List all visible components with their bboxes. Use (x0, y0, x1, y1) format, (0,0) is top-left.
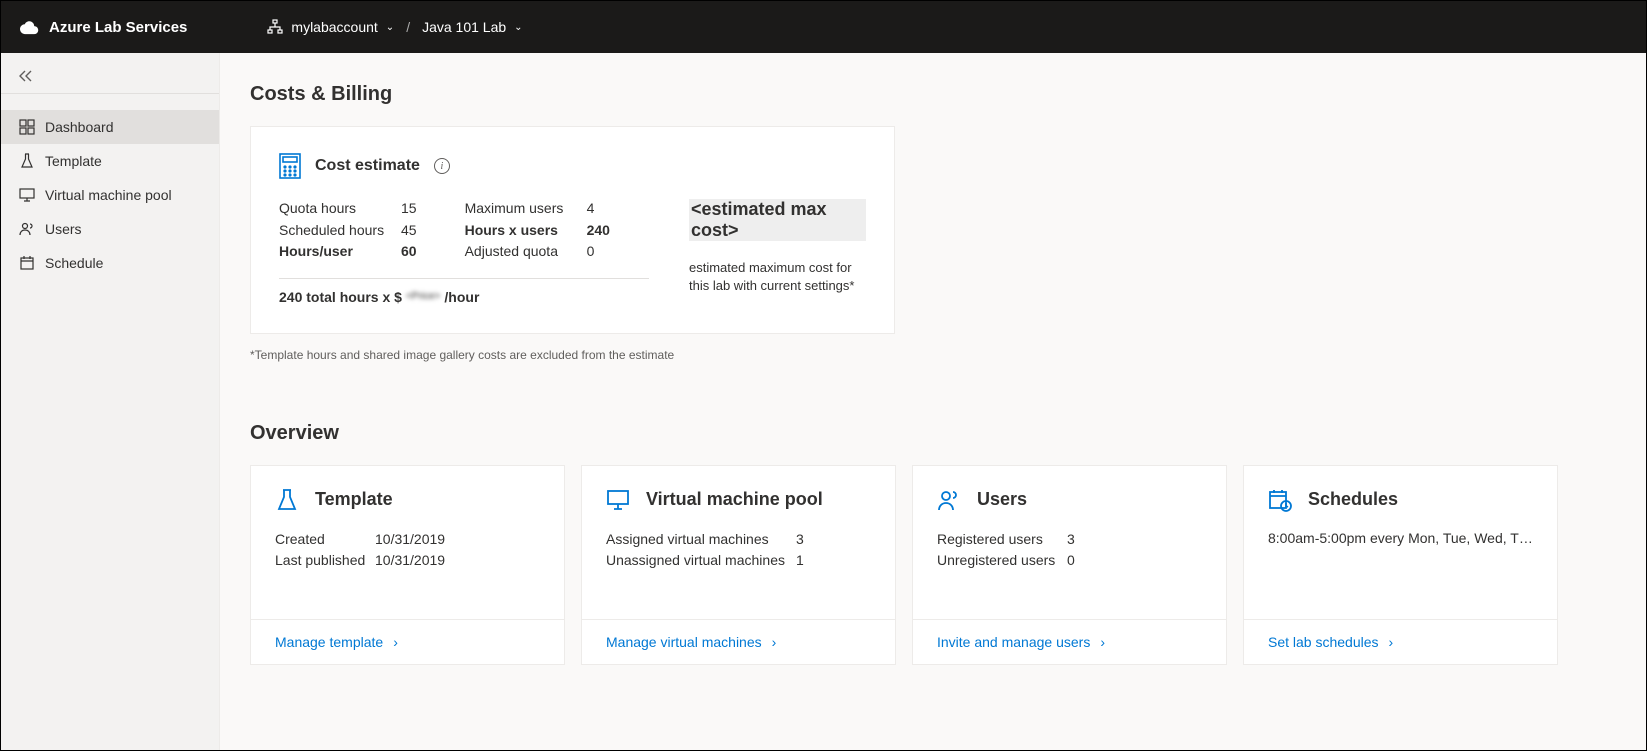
metric-value: 15 (401, 199, 417, 219)
sidebar-item-dashboard[interactable]: Dashboard (1, 110, 219, 144)
chevron-right-icon: › (393, 634, 398, 650)
metric-label: Maximum users (465, 199, 575, 219)
costs-section-title: Costs & Billing (250, 83, 1616, 106)
metric-label: Quota hours (279, 199, 389, 219)
breadcrumb: mylabaccount ⌄ / Java 101 Lab ⌄ (267, 19, 522, 35)
total-suffix: /hour (444, 289, 479, 305)
estimated-cost-description: estimated maximum cost for this lab with… (689, 259, 866, 295)
sidebar-item-schedule[interactable]: Schedule (1, 246, 219, 280)
metric-value: 240 (587, 221, 610, 241)
calendar-clock-icon (1268, 488, 1292, 512)
metric-label: Adjusted quota (465, 242, 575, 262)
chevron-right-icon: › (772, 634, 777, 650)
users-icon (937, 488, 961, 512)
link-label: Invite and manage users (937, 634, 1090, 650)
row-value: 10/31/2019 (375, 530, 445, 550)
divider (279, 278, 649, 279)
top-bar: Azure Lab Services mylabaccount ⌄ / Java… (1, 1, 1646, 53)
sidebar-item-label: Users (45, 221, 82, 237)
row-label: Unregistered users (937, 551, 1067, 571)
manage-vms-link[interactable]: Manage virtual machines › (606, 634, 871, 650)
info-icon[interactable]: i (434, 158, 450, 174)
link-label: Manage virtual machines (606, 634, 762, 650)
link-label: Manage template (275, 634, 383, 650)
sidebar-item-vmpool[interactable]: Virtual machine pool (1, 178, 219, 212)
row-label: Unassigned virtual machines (606, 551, 796, 571)
total-price-redacted: <Price> (406, 291, 440, 302)
total-prefix: 240 total hours x $ (279, 289, 402, 305)
card-title: Schedules (1308, 489, 1398, 510)
sidebar-item-label: Dashboard (45, 119, 114, 135)
card-title: Virtual machine pool (646, 489, 823, 510)
overview-card-users: Users Registered users3 Unregistered use… (912, 465, 1227, 665)
row-value: 0 (1067, 551, 1075, 571)
main-content: Costs & Billing Cost estimate i Quota ho… (220, 53, 1646, 750)
users-icon (19, 221, 35, 237)
sidebar-item-label: Schedule (45, 255, 103, 271)
metric-value: 0 (587, 242, 595, 262)
breadcrumb-lab[interactable]: Java 101 Lab ⌄ (422, 19, 522, 35)
set-schedules-link[interactable]: Set lab schedules › (1268, 634, 1533, 650)
calendar-icon (19, 255, 35, 271)
calculator-icon (279, 153, 301, 179)
sidebar-item-label: Template (45, 153, 102, 169)
row-label: Created (275, 530, 375, 550)
link-label: Set lab schedules (1268, 634, 1379, 650)
row-value: 1 (796, 551, 804, 571)
metric-value: 45 (401, 221, 417, 241)
cost-metrics-left: Quota hours 15 Scheduled hours 45 Hours/us… (279, 199, 417, 264)
row-value: 3 (796, 530, 804, 550)
overview-card-vmpool: Virtual machine pool Assigned virtual ma… (581, 465, 896, 665)
collapse-sidebar-button[interactable] (17, 69, 203, 83)
chevron-right-icon: › (1389, 634, 1394, 650)
overview-section-title: Overview (250, 422, 1616, 445)
breadcrumb-account-label: mylabaccount (291, 19, 377, 35)
chevron-right-icon: › (1100, 634, 1105, 650)
metric-value: 60 (401, 242, 417, 262)
row-value: 10/31/2019 (375, 551, 445, 571)
card-title: Template (315, 489, 393, 510)
row-label: Last published (275, 551, 375, 571)
cost-disclaimer: *Template hours and shared image gallery… (250, 348, 1616, 362)
row-label: Registered users (937, 530, 1067, 550)
breadcrumb-separator: / (406, 19, 410, 35)
card-title: Users (977, 489, 1027, 510)
overview-card-template: Template Created10/31/2019 Last publishe… (250, 465, 565, 665)
metric-label: Hours x users (465, 221, 575, 241)
metric-value: 4 (587, 199, 595, 219)
brand: Azure Lab Services (17, 19, 187, 36)
monitor-icon (19, 187, 35, 203)
monitor-icon (606, 488, 630, 512)
sidebar-item-template[interactable]: Template (1, 144, 219, 178)
row-label: Assigned virtual machines (606, 530, 796, 550)
sidebar-item-label: Virtual machine pool (45, 187, 172, 203)
dashboard-icon (19, 119, 35, 135)
manage-template-link[interactable]: Manage template › (275, 634, 540, 650)
cost-estimate-title: Cost estimate (315, 157, 420, 175)
flask-icon (19, 153, 35, 169)
metric-label: Scheduled hours (279, 221, 389, 241)
sidebar: Dashboard Template Virtual machine pool … (1, 53, 220, 750)
invite-manage-users-link[interactable]: Invite and manage users › (937, 634, 1202, 650)
overview-card-schedules: Schedules 8:00am-5:00pm every Mon, Tue, … (1243, 465, 1558, 665)
brand-text: Azure Lab Services (49, 19, 187, 36)
breadcrumb-account[interactable]: mylabaccount ⌄ (267, 19, 394, 35)
cost-metrics-right: Maximum users 4 Hours x users 240 Adjusted… (465, 199, 610, 264)
flask-icon (275, 488, 299, 512)
breadcrumb-lab-label: Java 101 Lab (422, 19, 506, 35)
row-value: 3 (1067, 530, 1075, 550)
metric-label: Hours/user (279, 242, 389, 262)
cloud-icon (17, 19, 39, 35)
cost-estimate-card: Cost estimate i Quota hours 15 Scheduled … (250, 126, 895, 334)
chevron-down-icon: ⌄ (386, 22, 394, 33)
sitemap-icon (267, 19, 283, 35)
schedule-summary: 8:00am-5:00pm every Mon, Tue, Wed, Thu, … (1268, 530, 1533, 546)
sidebar-item-users[interactable]: Users (1, 212, 219, 246)
cost-total-line: 240 total hours x $ <Price> /hour (279, 289, 649, 305)
estimated-max-cost-badge: <estimated max cost> (689, 199, 866, 241)
chevron-down-icon: ⌄ (514, 22, 522, 33)
